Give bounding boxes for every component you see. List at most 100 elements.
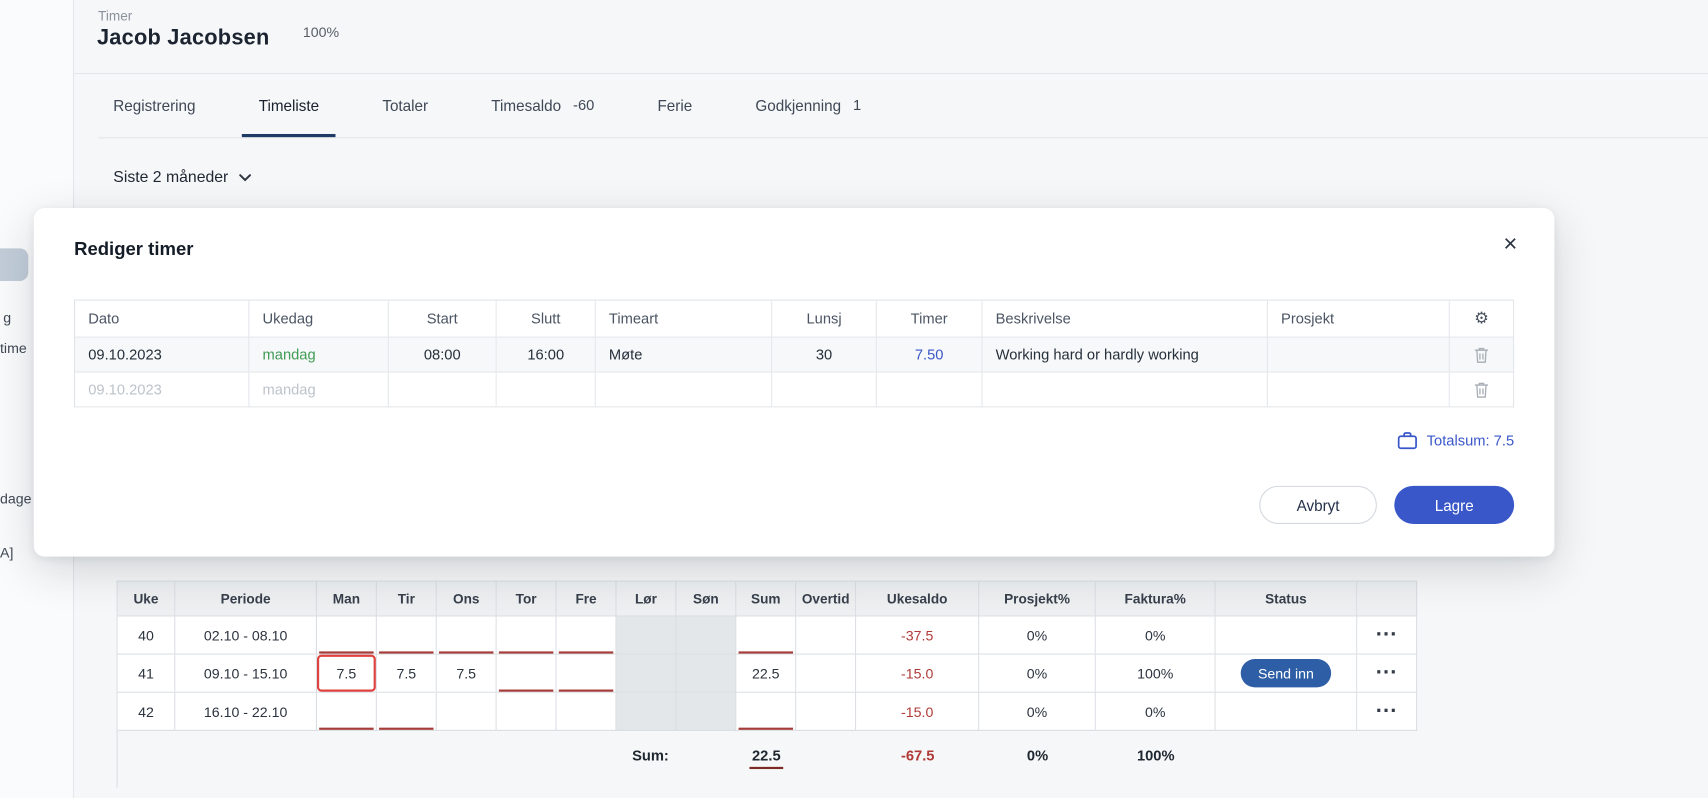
cancel-button[interactable]: Avbryt xyxy=(1259,486,1377,524)
uke-cell: 42 xyxy=(118,693,176,731)
day-cell[interactable] xyxy=(617,617,677,655)
day-cell[interactable] xyxy=(437,693,497,731)
sum-cell xyxy=(736,617,796,655)
day-cell[interactable] xyxy=(497,655,557,693)
save-button[interactable]: Lagre xyxy=(1394,486,1514,524)
sidebar-item-label[interactable]: g xyxy=(3,309,11,325)
beskrivelse-cell[interactable] xyxy=(983,373,1268,408)
column-header: Lunsj xyxy=(772,301,877,338)
period-filter[interactable]: Siste 2 måneder xyxy=(113,166,251,190)
modal-table-row: 09.10.2023mandag xyxy=(75,373,1514,408)
prosjekt-cell[interactable] xyxy=(1268,338,1450,373)
timer-cell[interactable] xyxy=(877,373,983,408)
modal-hours-table: DatoUkedagStartSluttTimeartLunsjTimerBes… xyxy=(74,300,1514,408)
day-cell[interactable] xyxy=(557,693,617,731)
tab-timeliste[interactable]: Timeliste xyxy=(242,73,335,137)
tab-label: Registrering xyxy=(113,96,195,113)
day-cell[interactable] xyxy=(617,693,677,731)
modal-table-body: 09.10.2023mandag08:0016:00Møte307.50Work… xyxy=(75,338,1514,408)
ukedag-cell[interactable]: mandag xyxy=(249,338,388,373)
actions-cell: ··· xyxy=(1357,655,1417,693)
day-cell[interactable] xyxy=(317,617,377,655)
sidebar-selected-item[interactable] xyxy=(0,248,28,281)
lunsj-cell[interactable] xyxy=(772,373,877,408)
sum-total: 22.5 xyxy=(736,747,796,763)
page-eyebrow: Timer xyxy=(98,9,132,24)
periode-cell: 09.10 - 15.10 xyxy=(175,655,317,693)
sidebar-item-label[interactable]: time xyxy=(0,340,27,356)
timeart-cell[interactable] xyxy=(596,373,772,408)
gear-icon[interactable]: ⚙ xyxy=(1474,310,1489,326)
missing-indicator xyxy=(319,651,373,653)
column-header: Faktura% xyxy=(1096,582,1216,617)
column-header: Ons xyxy=(437,582,497,617)
sum-cell xyxy=(736,693,796,731)
column-header: Ukesaldo xyxy=(856,582,979,617)
day-cell[interactable] xyxy=(676,693,736,731)
day-cell[interactable] xyxy=(497,693,557,731)
dato-cell[interactable]: 09.10.2023 xyxy=(75,338,249,373)
column-header: Tir xyxy=(377,582,437,617)
ukedag-cell[interactable]: mandag xyxy=(249,373,388,408)
day-cell[interactable]: 7.5 xyxy=(377,655,437,693)
day-cell[interactable] xyxy=(557,655,617,693)
day-cell[interactable] xyxy=(676,617,736,655)
slutt-cell[interactable]: 16:00 xyxy=(497,338,596,373)
day-cell[interactable]: 7.5 xyxy=(317,655,377,693)
faktura-cell: 100% xyxy=(1096,655,1216,693)
overtid-cell xyxy=(796,693,856,731)
periode-cell: 02.10 - 08.10 xyxy=(175,617,317,655)
missing-indicator xyxy=(439,651,493,653)
day-cell[interactable] xyxy=(676,655,736,693)
trash-icon[interactable] xyxy=(1474,381,1489,398)
prosjekt-cell[interactable] xyxy=(1268,373,1450,408)
start-cell[interactable]: 08:00 xyxy=(389,338,497,373)
tab-godkjenning[interactable]: Godkjenning1 xyxy=(739,73,877,137)
dato-cell[interactable]: 09.10.2023 xyxy=(75,373,249,408)
faktura-cell: 0% xyxy=(1096,693,1216,731)
uke-cell: 41 xyxy=(118,655,176,693)
day-cell[interactable] xyxy=(377,617,437,655)
tab-timesaldo[interactable]: Timesaldo-60 xyxy=(475,73,611,137)
day-cell[interactable] xyxy=(617,655,677,693)
column-header: Beskrivelse xyxy=(983,301,1268,338)
send-inn-button[interactable]: Send inn xyxy=(1241,659,1332,687)
day-cell[interactable] xyxy=(557,617,617,655)
faktura-cell: 0% xyxy=(1096,617,1216,655)
day-cell[interactable] xyxy=(377,693,437,731)
day-cell[interactable] xyxy=(437,617,497,655)
actions-cell: ··· xyxy=(1357,617,1417,655)
trash-icon[interactable] xyxy=(1474,346,1489,363)
week-table-body: 4002.10 - 08.10-37.50%0%···4109.10 - 15.… xyxy=(118,617,1418,731)
periode-cell: 16.10 - 22.10 xyxy=(175,693,317,731)
sidebar-item-label[interactable]: dage xyxy=(0,490,32,506)
close-icon[interactable]: × xyxy=(1503,232,1517,256)
tab-registrering[interactable]: Registrering xyxy=(97,73,212,137)
tab-totaler[interactable]: Totaler xyxy=(366,73,444,137)
missing-indicator xyxy=(739,651,793,653)
column-header: Dato xyxy=(75,301,249,338)
delete-cell xyxy=(1450,338,1514,373)
overtid-cell xyxy=(796,655,856,693)
timeart-cell[interactable]: Møte xyxy=(596,338,772,373)
day-cell[interactable]: 7.5 xyxy=(437,655,497,693)
sidebar-item-label[interactable]: A] xyxy=(0,545,13,561)
tab-ferie[interactable]: Ferie xyxy=(641,73,708,137)
beskrivelse-cell[interactable]: Working hard or hardly working xyxy=(983,338,1268,373)
column-header: Status xyxy=(1216,582,1358,617)
tab-label: Totaler xyxy=(382,96,428,113)
row-menu-icon[interactable]: ··· xyxy=(1376,624,1398,646)
lunsj-cell[interactable]: 30 xyxy=(772,338,877,373)
timer-cell[interactable]: 7.50 xyxy=(877,338,983,373)
missing-indicator xyxy=(499,651,553,653)
day-cell[interactable] xyxy=(317,693,377,731)
row-menu-icon[interactable]: ··· xyxy=(1376,662,1398,684)
prosjekt-cell: 0% xyxy=(979,655,1096,693)
column-header: Timer xyxy=(877,301,983,338)
slutt-cell[interactable] xyxy=(497,373,596,408)
modal-title: Rediger timer xyxy=(74,239,193,261)
row-menu-icon[interactable]: ··· xyxy=(1376,700,1398,722)
start-cell[interactable] xyxy=(389,373,497,408)
day-cell[interactable] xyxy=(497,617,557,655)
prosjekt-cell: 0% xyxy=(979,617,1096,655)
